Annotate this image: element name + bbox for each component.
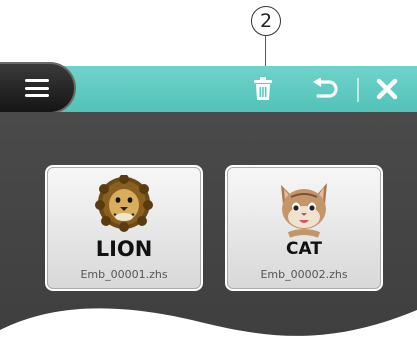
- file-name: Emb_00002.zhs: [260, 268, 348, 281]
- close-button[interactable]: [374, 76, 400, 102]
- file-card-label: LION: [95, 237, 153, 261]
- trash-icon: [254, 77, 272, 100]
- lion-embroidery-image: [47, 175, 201, 241]
- file-card-lion[interactable]: LION Emb_00001.zhs: [45, 165, 203, 291]
- hamburger-menu-icon: [25, 79, 49, 97]
- torn-edge-wave: [0, 308, 417, 355]
- toolbar-divider: [357, 78, 359, 102]
- file-card-cat[interactable]: CAT Emb_00002.zhs: [225, 165, 383, 291]
- cat-embroidery-image: [227, 175, 381, 241]
- file-name: Emb_00001.zhs: [80, 268, 168, 281]
- screen: LION Emb_00001.zhs CAT Emb_00002.zhs: [0, 0, 417, 355]
- undo-icon: [313, 78, 338, 98]
- undo-button[interactable]: [312, 76, 338, 102]
- close-icon: [376, 78, 398, 100]
- menu-button[interactable]: [0, 62, 76, 114]
- delete-button[interactable]: [250, 76, 276, 102]
- file-card-label: CAT: [286, 239, 322, 259]
